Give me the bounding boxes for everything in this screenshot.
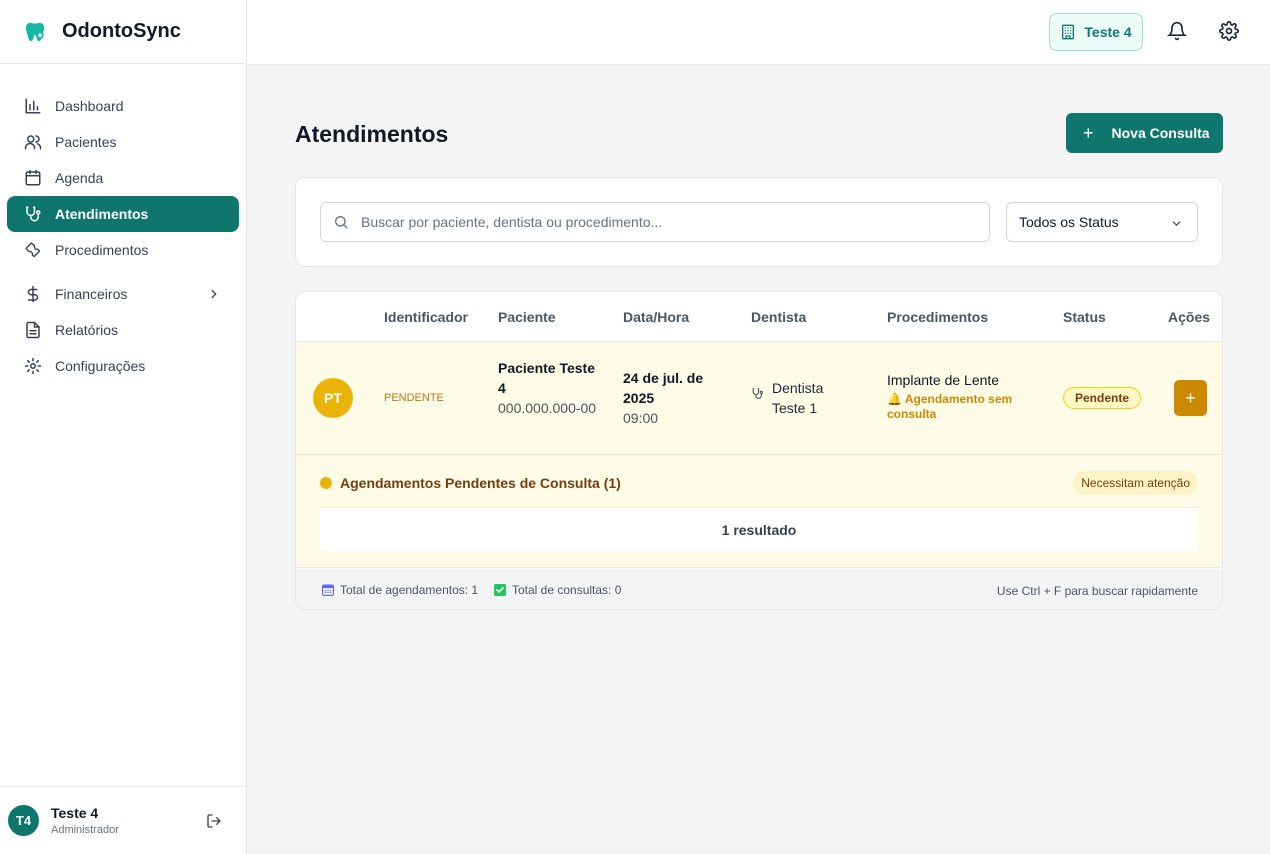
clinic-selector-button[interactable]: Teste 4 (1049, 13, 1143, 51)
pending-title: Agendamentos Pendentes de Consulta (1) (340, 475, 621, 491)
stethoscope-icon (24, 205, 42, 223)
table-footer: Total de agendamentos: 1 Total de consul… (296, 569, 1222, 609)
sidebar-item-agenda[interactable]: Agenda (7, 160, 239, 196)
sidebar-item-label: Procedimentos (55, 242, 149, 258)
tooth-icon (24, 21, 46, 43)
sidebar-item-configuracoes[interactable]: Configurações (7, 348, 239, 384)
new-consultation-label: Nova Consulta (1111, 125, 1210, 141)
sidebar-item-dashboard[interactable]: Dashboard (7, 88, 239, 124)
column-header: Ações (1168, 309, 1211, 325)
patient-cpf: 000.000.000-00 (498, 400, 597, 416)
column-header[interactable]: Paciente (498, 309, 556, 325)
appointment-date: 24 de jul. de 2025 (623, 370, 704, 406)
add-consultation-button[interactable]: + (1174, 380, 1207, 416)
sidebar-item-financeiros[interactable]: Financeiros (7, 276, 239, 312)
bell-icon[interactable] (1166, 21, 1188, 46)
sidebar-item-label: Configurações (55, 358, 146, 374)
status-badge: Pendente (1063, 387, 1142, 409)
page-title: Atendimentos (295, 121, 449, 147)
dentist-cell: Dentista Teste 1 (751, 378, 832, 418)
plus-icon: + (1083, 123, 1094, 143)
total-appointments-label: Total de agendamentos: 1 (340, 583, 479, 597)
wrench-icon (24, 241, 42, 259)
dentist-name: Dentista Teste 1 (772, 380, 824, 416)
users-icon (24, 133, 42, 151)
column-header[interactable]: Dentista (751, 309, 806, 325)
sidebar-item-label: Financeiros (55, 286, 128, 302)
identifier: PENDENTE (384, 392, 444, 404)
user-role: Administrador (51, 824, 119, 836)
filter-card: Todos os Status (295, 177, 1223, 267)
user-name: Teste 4 (51, 805, 99, 821)
chevron-down-icon (1170, 217, 1183, 233)
sidebar-item-label: Atendimentos (55, 206, 149, 222)
brand-name: OdontoSync (62, 20, 181, 42)
sidebar-item-atendimentos[interactable]: Atendimentos (7, 196, 239, 232)
total-consultations-label: Total de consultas: 0 (512, 583, 622, 597)
topbar: Teste 4 (247, 0, 1270, 65)
avatar: T4 (8, 805, 39, 836)
shortcut-hint: Use Ctrl + F para buscar rapidamente (996, 584, 1198, 598)
procedure-name: Implante de Lente (887, 372, 1000, 388)
brand[interactable]: OdontoSync (0, 0, 246, 64)
clinic-name: Teste 4 (1084, 24, 1132, 40)
bar-chart-icon (24, 97, 42, 115)
patient-cell: Paciente Teste 4 000.000.000-00 (498, 358, 598, 418)
search-input[interactable] (361, 214, 961, 230)
sidebar-item-procedimentos[interactable]: Procedimentos (7, 232, 239, 268)
attention-badge: Necessitam atenção (1073, 471, 1198, 495)
pending-section: Agendamentos Pendentes de Consulta (1) N… (296, 455, 1222, 568)
plus-icon: + (1185, 387, 1196, 408)
check-box-icon (494, 584, 506, 596)
sidebar-item-pacientes[interactable]: Pacientes (7, 124, 239, 160)
sidebar-item-label: Pacientes (55, 134, 117, 150)
dollar-icon (24, 285, 42, 303)
column-header[interactable]: Procedimentos (887, 309, 988, 325)
gear-icon[interactable] (1219, 21, 1239, 46)
calendar-icon (24, 169, 42, 187)
sidebar: OdontoSync Dashboard Pacientes Agenda At… (0, 0, 247, 854)
sidebar-item-label: Dashboard (55, 98, 124, 114)
stethoscope-icon (751, 387, 764, 418)
logout-icon[interactable] (206, 813, 222, 834)
chevron-right-icon (207, 287, 221, 304)
procedure-note: 🔔 Agendamento sem consulta (887, 392, 1013, 421)
status-select[interactable]: Todos os Status (1006, 202, 1198, 242)
search-field[interactable] (320, 202, 990, 242)
search-icon (333, 214, 349, 230)
total-consultations: Total de consultas: 0 (494, 583, 621, 597)
appointments-table: Identificador Paciente Data/Hora Dentist… (295, 291, 1223, 610)
sidebar-item-relatorios[interactable]: Relatórios (7, 312, 239, 348)
datetime-cell: 24 de jul. de 2025 09:00 (623, 368, 723, 428)
column-header[interactable]: Status (1063, 309, 1106, 325)
sidebar-item-label: Agenda (55, 170, 104, 186)
sidebar-nav: Dashboard Pacientes Agenda Atendimentos … (0, 64, 246, 384)
table-row[interactable]: PT PENDENTE Paciente Teste 4 000.000.000… (296, 342, 1222, 455)
appointment-time: 09:00 (623, 410, 659, 426)
pending-dot-icon (320, 477, 332, 489)
column-header[interactable]: Identificador (384, 309, 468, 325)
procedure-cell: Implante de Lente 🔔 Agendamento sem cons… (887, 372, 1027, 422)
sidebar-item-label: Relatórios (55, 322, 119, 338)
table-header: Identificador Paciente Data/Hora Dentist… (296, 292, 1222, 342)
patient-name: Paciente Teste 4 (498, 360, 596, 396)
user-profile[interactable]: T4 Teste 4 Administrador (0, 786, 246, 854)
file-text-icon (24, 321, 42, 339)
status-select-value: Todos os Status (1019, 214, 1119, 230)
calendar-icon (322, 584, 334, 596)
total-appointments: Total de agendamentos: 1 (322, 583, 478, 597)
building-icon (1060, 24, 1076, 40)
settings-icon (24, 357, 42, 375)
column-header[interactable]: Data/Hora (623, 309, 689, 325)
patient-avatar: PT (313, 378, 353, 418)
result-count: 1 resultado (320, 507, 1198, 551)
new-consultation-button[interactable]: + Nova Consulta (1066, 113, 1223, 153)
